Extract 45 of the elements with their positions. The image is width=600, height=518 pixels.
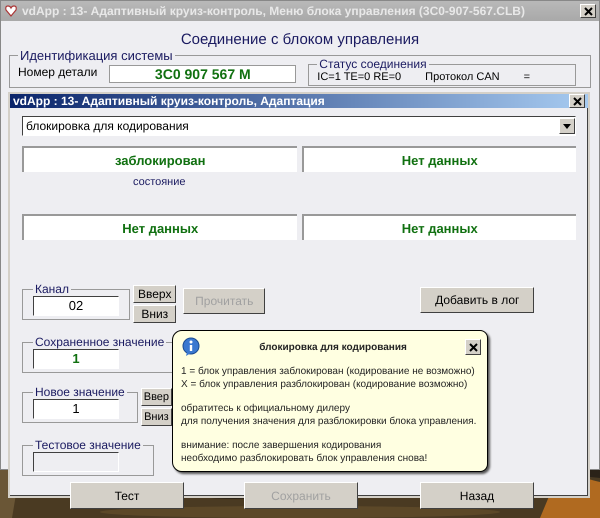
group-label: Идентификация системы: [19, 48, 174, 63]
group-label: Тестовое значение: [34, 438, 142, 452]
down-button[interactable]: Вниз: [140, 408, 172, 426]
group-label: Сохраненное значение: [34, 335, 166, 349]
value-caption: состояние: [132, 176, 186, 188]
close-button[interactable]: [465, 339, 481, 355]
info-icon: [181, 337, 201, 357]
group-label: Новое значение: [34, 385, 126, 399]
new-value-field[interactable]: 1: [33, 399, 119, 419]
tooltip-text: обратитесь к официальному дилеру: [181, 402, 351, 415]
saved-value-field: 1: [33, 349, 119, 369]
value-display: Нет данных: [22, 214, 296, 240]
action-button[interactable]: Тест: [70, 482, 184, 509]
close-button[interactable]: [580, 4, 596, 18]
value-display: Нет данных: [302, 214, 576, 240]
tooltip-text: X = блок управления разблокирован (кодирование возможно): [181, 378, 468, 391]
value-display: Нет данных: [302, 146, 576, 172]
channel-field[interactable]: 02: [33, 296, 119, 316]
up-button[interactable]: Ввер: [140, 388, 172, 406]
tooltip-text: внимание: после завершения кодирования: [181, 439, 382, 452]
group-label: Статус соединения: [318, 57, 428, 71]
tooltip-text: для получения значения для разблокировки блока управления.: [181, 415, 478, 428]
part-number-field: 3C0 907 567 M: [109, 65, 296, 83]
close-button[interactable]: [569, 94, 585, 108]
function-dropdown[interactable]: блокировка для кодирования: [22, 116, 576, 136]
window-title: vdApp : 13- Адаптивный круиз-контроль, Меню блока управления (3C0-907-567.CLB): [22, 4, 526, 18]
status-text: IC=1 TE=0 RE=0: [317, 71, 402, 83]
down-button[interactable]: Вниз: [133, 305, 176, 323]
value-display: заблокирован: [22, 146, 296, 172]
close-icon: [584, 6, 592, 16]
close-icon: [572, 96, 582, 106]
protocol-text: Протокол CAN: [425, 71, 500, 83]
group-label: Канал: [34, 282, 70, 296]
close-icon: [468, 342, 478, 352]
tooltip-text: необходимо разблокировать блок управления снова!: [181, 452, 428, 465]
section-heading: Соединение с блоком управления: [180, 31, 420, 48]
action-button[interactable]: Назад: [420, 482, 534, 509]
tooltip-title: блокировка для кодирования: [258, 342, 408, 352]
app-icon: [4, 4, 18, 18]
tooltip-text: 1 = блок управления заблокирован (кодирование не возможно): [181, 365, 476, 378]
add-to-log-button[interactable]: Добавить в лог: [420, 287, 534, 313]
field-label: Номер детали: [18, 65, 98, 79]
status-text: =: [524, 71, 530, 83]
window-title: vdApp : 13- Адаптивный круиз-контроль, Адаптация: [13, 94, 326, 108]
up-button[interactable]: Вверх: [133, 285, 176, 303]
